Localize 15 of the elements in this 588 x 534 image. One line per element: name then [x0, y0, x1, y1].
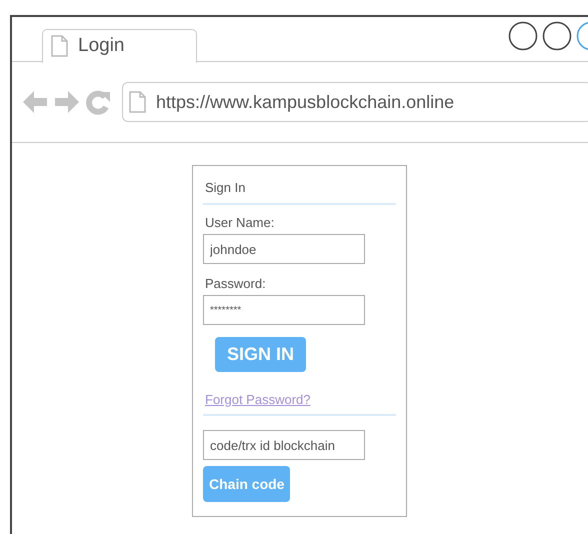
field-label: Password: [205, 276, 266, 291]
password-field[interactable]: ******** [203, 295, 365, 325]
page-icon [129, 91, 146, 113]
field-label: User Name: [205, 215, 274, 230]
form-title: Sign In [205, 180, 246, 195]
back-arrow-icon[interactable] [22, 89, 48, 115]
window-button-icon[interactable] [542, 21, 572, 51]
refresh-icon[interactable] [86, 89, 110, 115]
code-field[interactable]: code/trx id blockchain [203, 430, 365, 460]
address-bar[interactable]: https://www.kampusblockchain.online [122, 82, 588, 122]
forward-arrow-icon[interactable] [54, 89, 80, 115]
window-button-icon[interactable] [508, 21, 538, 51]
browser-tab[interactable]: Login [42, 28, 197, 62]
page-icon [51, 35, 68, 57]
username-field[interactable]: johndoe [203, 234, 365, 264]
